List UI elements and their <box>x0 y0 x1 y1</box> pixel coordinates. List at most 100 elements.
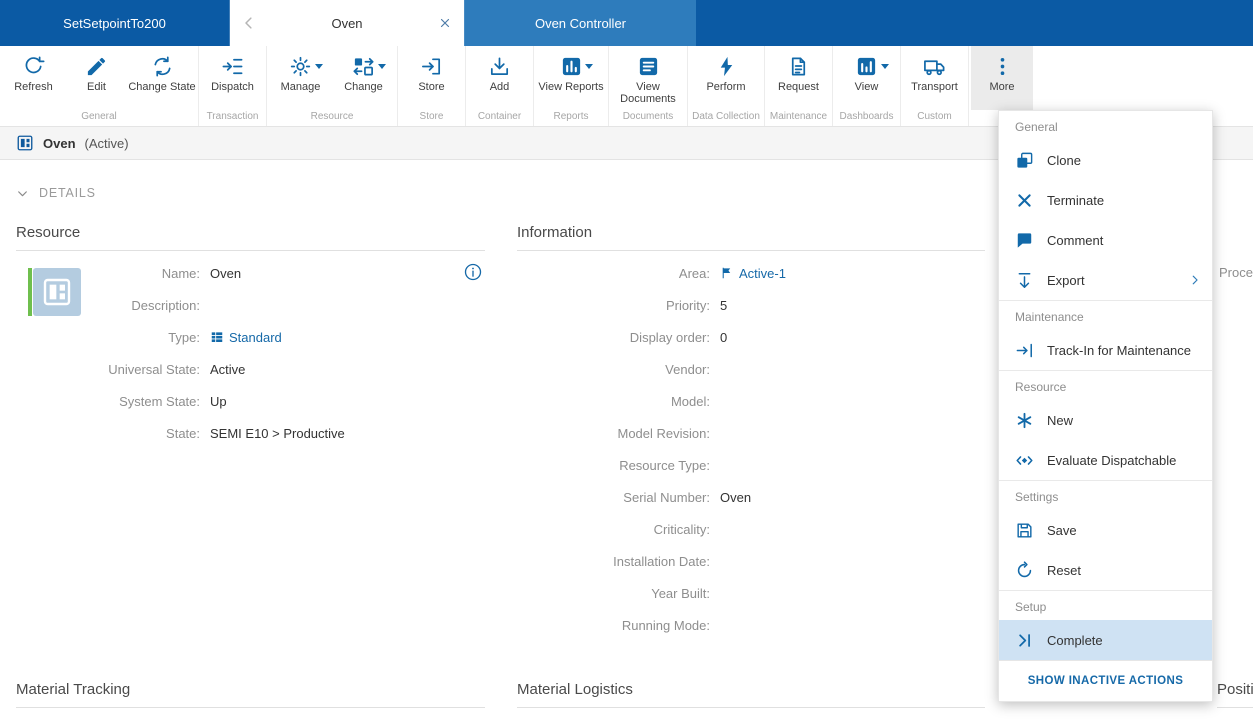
add-button[interactable]: Add <box>468 46 531 110</box>
reset-icon <box>1015 560 1034 580</box>
field-value: Active <box>210 361 246 377</box>
field-row-criticality: Criticality: <box>517 513 985 545</box>
ribbon-group-label: General <box>81 111 117 122</box>
menu-item-terminate[interactable]: Terminate <box>999 180 1212 220</box>
tab-setsetpointto200[interactable]: SetSetpointTo200 <box>0 0 230 46</box>
chevron-left-icon[interactable] <box>240 14 258 32</box>
change-icon <box>352 55 375 78</box>
field-row-serial-number: Serial Number: Oven <box>517 481 985 513</box>
view-button[interactable]: View <box>835 46 898 110</box>
show-inactive-actions-button[interactable]: SHOW INACTIVE ACTIONS <box>999 660 1212 701</box>
new-icon <box>1015 411 1034 430</box>
field-label: Criticality: <box>653 521 710 537</box>
terminate-icon <box>1015 191 1034 210</box>
store-icon <box>420 55 443 78</box>
menu-item-new[interactable]: New <box>999 400 1212 440</box>
ribbon-group-maintenance: Request Maintenance <box>765 46 833 126</box>
menu-item-comment[interactable]: Comment <box>999 220 1212 260</box>
field-row-installation-date: Installation Date: <box>517 545 985 577</box>
details-label: DETAILS <box>39 186 96 200</box>
field-row-resource-type: Resource Type: <box>517 449 985 481</box>
ribbon-group-label: Dashboards <box>839 111 894 122</box>
refresh-icon <box>22 55 45 78</box>
ribbon-group-label: Resource <box>310 111 354 122</box>
ribbon-button-label: Perform <box>706 81 746 93</box>
tab-label: Oven Controller <box>534 15 627 31</box>
menu-item-clone[interactable]: Clone <box>999 140 1212 180</box>
request-button[interactable]: Request <box>767 46 830 110</box>
track-in-icon <box>1015 341 1034 360</box>
menu-item-reset[interactable]: Reset <box>999 550 1212 590</box>
field-label: Vendor: <box>665 361 710 377</box>
edit-icon <box>85 55 108 78</box>
dispatch-icon <box>221 55 244 78</box>
dashboard-icon <box>855 55 878 78</box>
info-icon[interactable] <box>463 262 483 282</box>
field-row-year-built: Year Built: <box>517 577 985 609</box>
ribbon-button-label: Transport <box>911 81 958 93</box>
ribbon-group-resource: Manage Change Resource <box>267 46 398 126</box>
change-button[interactable]: Change <box>332 46 395 110</box>
dispatch-button[interactable]: Dispatch <box>201 46 264 110</box>
lightning-icon <box>715 55 738 78</box>
ribbon-button-label: View Reports <box>538 81 604 93</box>
chevron-down-icon <box>16 187 29 200</box>
gear-icon <box>289 55 312 78</box>
menu-item-export[interactable]: Export <box>999 260 1212 300</box>
ribbon-group-label: Container <box>477 111 522 122</box>
menu-group-label: General <box>1015 120 1058 134</box>
perform-button[interactable]: Perform <box>690 46 762 110</box>
resource-icon <box>41 276 73 308</box>
save-icon <box>1015 521 1034 540</box>
edit-button[interactable]: Edit <box>65 46 128 110</box>
refresh-button[interactable]: Refresh <box>2 46 65 110</box>
menu-group-label: Maintenance <box>1015 310 1084 324</box>
transport-icon <box>923 55 946 78</box>
ribbon-button-label: Request <box>778 81 819 93</box>
menu-group-resource: Resource New Evaluate Dispatchable <box>999 370 1212 480</box>
ribbon-button-label: Refresh <box>14 81 53 93</box>
ribbon-group-label: Data Collection <box>692 111 760 122</box>
more-actions-menu: General Clone Terminate Comment Export M… <box>998 110 1213 702</box>
transport-button[interactable]: Transport <box>903 46 966 110</box>
ribbon-button-label: Add <box>489 81 510 93</box>
view-documents-button[interactable]: View Documents <box>611 46 685 110</box>
area-link[interactable]: Active-1 <box>739 266 786 281</box>
more-button[interactable]: More <box>971 46 1033 110</box>
material-logistics-section: Material Logistics <box>517 681 985 708</box>
field-row-vendor: Vendor: <box>517 353 985 385</box>
request-icon <box>787 55 810 78</box>
details-toggle[interactable]: DETAILS <box>16 186 96 200</box>
change-state-button[interactable]: Change State <box>128 46 196 110</box>
section-header: Resource <box>16 224 485 251</box>
field-label: Installation Date: <box>613 553 710 569</box>
menu-item-label: Track-In for Maintenance <box>1047 342 1192 358</box>
type-icon <box>210 330 224 344</box>
ribbon-button-label: Change State <box>128 81 196 93</box>
type-link[interactable]: Standard <box>229 330 282 345</box>
evaluate-dispatchable-icon <box>1015 451 1034 470</box>
view-reports-button[interactable]: View Reports <box>536 46 606 110</box>
field-value: Oven <box>210 265 242 281</box>
field-label: Running Mode: <box>621 617 710 633</box>
menu-item-track-in-for-maintenance[interactable]: Track-In for Maintenance <box>999 330 1212 370</box>
ribbon-group-label: Reports <box>553 111 589 122</box>
field-label: Model Revision: <box>617 425 711 441</box>
field-label: Resource Type: <box>619 457 710 473</box>
manage-button[interactable]: Manage <box>269 46 332 110</box>
menu-item-save[interactable]: Save <box>999 510 1212 550</box>
area-icon <box>720 266 734 280</box>
tab-oven[interactable]: Oven <box>230 0 464 46</box>
field-label: Model: <box>670 393 710 409</box>
store-button[interactable]: Store <box>400 46 463 110</box>
chevron-down-icon <box>314 64 323 69</box>
field-row-display-order: Display order: 0 <box>517 321 985 353</box>
ribbon-button-label: Edit <box>87 81 106 93</box>
menu-item-evaluate-dispatchable[interactable]: Evaluate Dispatchable <box>999 440 1212 480</box>
section-header: Material Logistics <box>517 681 985 708</box>
menu-item-complete[interactable]: Complete <box>999 620 1212 660</box>
entity-title: Oven <box>43 135 76 151</box>
change-state-icon <box>151 55 174 78</box>
tab-oven-controller[interactable]: Oven Controller <box>464 0 696 46</box>
close-icon[interactable] <box>438 16 452 30</box>
